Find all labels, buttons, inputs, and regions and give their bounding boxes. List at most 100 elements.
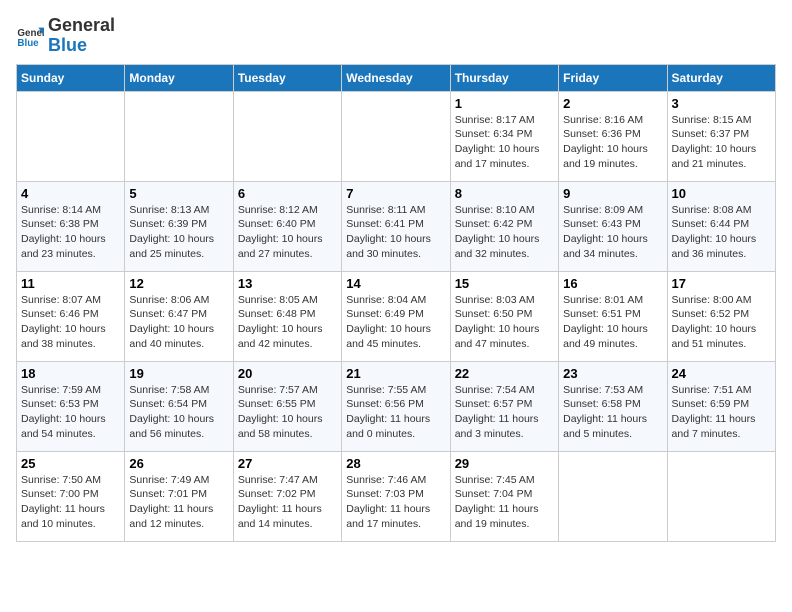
calendar-week-3: 11 Sunrise: 8:07 AMSunset: 6:46 PMDayligh… bbox=[17, 271, 776, 361]
day-number: 17 bbox=[672, 276, 771, 291]
calendar-cell: 27 Sunrise: 7:47 AMSunset: 7:02 PMDayligh… bbox=[233, 451, 341, 541]
logo: General Blue GeneralBlue bbox=[16, 16, 115, 56]
calendar-cell: 11 Sunrise: 8:07 AMSunset: 6:46 PMDayligh… bbox=[17, 271, 125, 361]
calendar-cell: 16 Sunrise: 8:01 AMSunset: 6:51 PMDayligh… bbox=[559, 271, 667, 361]
day-info: Sunrise: 8:12 AMSunset: 6:40 PMDaylight:… bbox=[238, 203, 337, 262]
day-info: Sunrise: 8:10 AMSunset: 6:42 PMDaylight:… bbox=[455, 203, 554, 262]
header-day-wednesday: Wednesday bbox=[342, 64, 450, 91]
calendar-cell bbox=[233, 91, 341, 181]
calendar-cell: 9Sunrise: 8:09 AMSunset: 6:43 PMDaylight… bbox=[559, 181, 667, 271]
day-info: Sunrise: 8:03 AMSunset: 6:50 PMDaylight:… bbox=[455, 293, 554, 352]
day-info: Sunrise: 8:08 AMSunset: 6:44 PMDaylight:… bbox=[672, 203, 771, 262]
day-number: 27 bbox=[238, 456, 337, 471]
header-day-saturday: Saturday bbox=[667, 64, 775, 91]
day-info: Sunrise: 8:06 AMSunset: 6:47 PMDaylight:… bbox=[129, 293, 228, 352]
calendar-cell: 24 Sunrise: 7:51 AMSunset: 6:59 PMDayligh… bbox=[667, 361, 775, 451]
calendar-cell bbox=[667, 451, 775, 541]
header-day-friday: Friday bbox=[559, 64, 667, 91]
calendar-cell bbox=[17, 91, 125, 181]
day-info: Sunrise: 7:57 AMSunset: 6:55 PMDaylight:… bbox=[238, 383, 337, 442]
day-number: 23 bbox=[563, 366, 662, 381]
calendar-week-2: 4 Sunrise: 8:14 AMSunset: 6:38 PMDaylight… bbox=[17, 181, 776, 271]
day-info: Sunrise: 8:09 AMSunset: 6:43 PMDaylight:… bbox=[563, 203, 662, 262]
day-number: 19 bbox=[129, 366, 228, 381]
day-number: 6 bbox=[238, 186, 337, 201]
day-info: Sunrise: 8:14 AMSunset: 6:38 PMDaylight:… bbox=[21, 203, 120, 262]
day-info: Sunrise: 8:11 AMSunset: 6:41 PMDaylight:… bbox=[346, 203, 445, 262]
calendar-table: SundayMondayTuesdayWednesdayThursdayFrid… bbox=[16, 64, 776, 542]
day-number: 1 bbox=[455, 96, 554, 111]
day-info: Sunrise: 8:05 AMSunset: 6:48 PMDaylight:… bbox=[238, 293, 337, 352]
day-number: 18 bbox=[21, 366, 120, 381]
day-number: 26 bbox=[129, 456, 228, 471]
calendar-header-row: SundayMondayTuesdayWednesdayThursdayFrid… bbox=[17, 64, 776, 91]
day-info: Sunrise: 8:16 AMSunset: 6:36 PMDaylight:… bbox=[563, 113, 662, 172]
calendar-cell: 26 Sunrise: 7:49 AMSunset: 7:01 PMDayligh… bbox=[125, 451, 233, 541]
calendar-cell: 20 Sunrise: 7:57 AMSunset: 6:55 PMDayligh… bbox=[233, 361, 341, 451]
calendar-cell: 17 Sunrise: 8:00 AMSunset: 6:52 PMDayligh… bbox=[667, 271, 775, 361]
day-number: 7 bbox=[346, 186, 445, 201]
calendar-week-4: 18 Sunrise: 7:59 AMSunset: 6:53 PMDayligh… bbox=[17, 361, 776, 451]
day-number: 3 bbox=[672, 96, 771, 111]
calendar-cell: 18 Sunrise: 7:59 AMSunset: 6:53 PMDayligh… bbox=[17, 361, 125, 451]
calendar-cell: 1Sunrise: 8:17 AMSunset: 6:34 PMDaylight… bbox=[450, 91, 558, 181]
calendar-week-5: 25 Sunrise: 7:50 AMSunset: 7:00 PMDayligh… bbox=[17, 451, 776, 541]
calendar-cell: 29Sunrise: 7:45 AMSunset: 7:04 PMDayligh… bbox=[450, 451, 558, 541]
calendar-cell: 2 Sunrise: 8:16 AMSunset: 6:36 PMDaylight… bbox=[559, 91, 667, 181]
day-number: 12 bbox=[129, 276, 228, 291]
day-info: Sunrise: 8:01 AMSunset: 6:51 PMDaylight:… bbox=[563, 293, 662, 352]
day-number: 13 bbox=[238, 276, 337, 291]
day-info: Sunrise: 8:07 AMSunset: 6:46 PMDaylight:… bbox=[21, 293, 120, 352]
day-info: Sunrise: 7:58 AMSunset: 6:54 PMDaylight:… bbox=[129, 383, 228, 442]
calendar-cell: 25 Sunrise: 7:50 AMSunset: 7:00 PMDayligh… bbox=[17, 451, 125, 541]
day-info: Sunrise: 8:13 AMSunset: 6:39 PMDaylight:… bbox=[129, 203, 228, 262]
day-number: 4 bbox=[21, 186, 120, 201]
day-info: Sunrise: 7:55 AMSunset: 6:56 PMDaylight:… bbox=[346, 383, 445, 442]
day-number: 20 bbox=[238, 366, 337, 381]
logo-text: GeneralBlue bbox=[48, 16, 115, 56]
day-info: Sunrise: 8:00 AMSunset: 6:52 PMDaylight:… bbox=[672, 293, 771, 352]
header-day-tuesday: Tuesday bbox=[233, 64, 341, 91]
day-info: Sunrise: 7:54 AMSunset: 6:57 PMDaylight:… bbox=[455, 383, 554, 442]
calendar-cell: 4 Sunrise: 8:14 AMSunset: 6:38 PMDaylight… bbox=[17, 181, 125, 271]
day-number: 16 bbox=[563, 276, 662, 291]
day-info: Sunrise: 7:50 AMSunset: 7:00 PMDaylight:… bbox=[21, 473, 120, 532]
svg-text:Blue: Blue bbox=[17, 38, 39, 49]
calendar-cell bbox=[125, 91, 233, 181]
calendar-cell: 21Sunrise: 7:55 AMSunset: 6:56 PMDayligh… bbox=[342, 361, 450, 451]
calendar-cell: 8 Sunrise: 8:10 AMSunset: 6:42 PMDaylight… bbox=[450, 181, 558, 271]
day-info: Sunrise: 7:59 AMSunset: 6:53 PMDaylight:… bbox=[21, 383, 120, 442]
day-info: Sunrise: 7:51 AMSunset: 6:59 PMDaylight:… bbox=[672, 383, 771, 442]
day-number: 5 bbox=[129, 186, 228, 201]
day-number: 11 bbox=[21, 276, 120, 291]
day-info: Sunrise: 7:53 AMSunset: 6:58 PMDaylight:… bbox=[563, 383, 662, 442]
day-number: 25 bbox=[21, 456, 120, 471]
calendar-cell: 12 Sunrise: 8:06 AMSunset: 6:47 PMDayligh… bbox=[125, 271, 233, 361]
day-number: 2 bbox=[563, 96, 662, 111]
day-number: 8 bbox=[455, 186, 554, 201]
calendar-cell: 22 Sunrise: 7:54 AMSunset: 6:57 PMDayligh… bbox=[450, 361, 558, 451]
header-day-monday: Monday bbox=[125, 64, 233, 91]
calendar-cell: 10 Sunrise: 8:08 AMSunset: 6:44 PMDayligh… bbox=[667, 181, 775, 271]
day-number: 15 bbox=[455, 276, 554, 291]
header-day-thursday: Thursday bbox=[450, 64, 558, 91]
day-number: 29 bbox=[455, 456, 554, 471]
day-number: 24 bbox=[672, 366, 771, 381]
day-number: 28 bbox=[346, 456, 445, 471]
calendar-cell: 23 Sunrise: 7:53 AMSunset: 6:58 PMDayligh… bbox=[559, 361, 667, 451]
day-info: Sunrise: 7:47 AMSunset: 7:02 PMDaylight:… bbox=[238, 473, 337, 532]
calendar-cell bbox=[559, 451, 667, 541]
calendar-cell bbox=[342, 91, 450, 181]
calendar-cell: 28 Sunrise: 7:46 AMSunset: 7:03 PMDayligh… bbox=[342, 451, 450, 541]
day-number: 22 bbox=[455, 366, 554, 381]
day-info: Sunrise: 8:04 AMSunset: 6:49 PMDaylight:… bbox=[346, 293, 445, 352]
day-info: Sunrise: 8:15 AMSunset: 6:37 PMDaylight:… bbox=[672, 113, 771, 172]
header: General Blue GeneralBlue bbox=[16, 16, 776, 56]
day-number: 10 bbox=[672, 186, 771, 201]
day-info: Sunrise: 7:46 AMSunset: 7:03 PMDaylight:… bbox=[346, 473, 445, 532]
calendar-cell: 3 Sunrise: 8:15 AMSunset: 6:37 PMDaylight… bbox=[667, 91, 775, 181]
calendar-cell: 5 Sunrise: 8:13 AMSunset: 6:39 PMDaylight… bbox=[125, 181, 233, 271]
calendar-cell: 14 Sunrise: 8:04 AMSunset: 6:49 PMDayligh… bbox=[342, 271, 450, 361]
day-number: 14 bbox=[346, 276, 445, 291]
day-info: Sunrise: 7:49 AMSunset: 7:01 PMDaylight:… bbox=[129, 473, 228, 532]
